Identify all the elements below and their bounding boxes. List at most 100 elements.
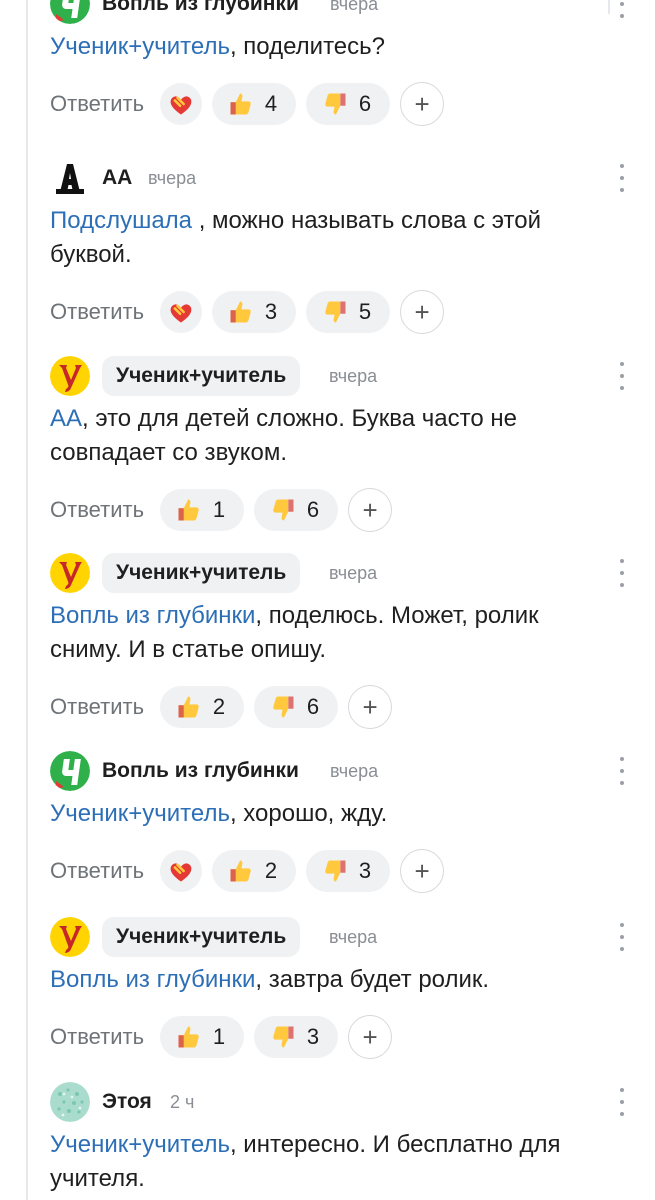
thumbs-up-icon (227, 90, 255, 118)
thumbs-down-icon (269, 496, 297, 524)
author-name[interactable]: Вопль из глубинки (102, 751, 299, 791)
like-button[interactable]: 2 (212, 850, 297, 892)
more-options-icon[interactable] (619, 164, 625, 192)
mention-link[interactable]: Вопль из глубинки (50, 602, 255, 629)
dislike-count: 6 (306, 497, 320, 522)
comment: АА вчера Подслушала , можно называть сло… (50, 154, 655, 334)
heart-reaction-button[interactable] (160, 83, 203, 125)
mention-link[interactable]: Подслушала (50, 207, 192, 234)
like-button[interactable]: 1 (160, 489, 245, 531)
more-options-icon[interactable] (619, 757, 625, 785)
avatar[interactable] (50, 158, 90, 198)
more-options-icon[interactable] (619, 1088, 625, 1116)
thumbs-up-icon (175, 693, 203, 721)
avatar[interactable] (50, 917, 90, 957)
like-button[interactable]: 2 (160, 686, 245, 728)
thumbs-up-icon (227, 857, 255, 885)
comment-time: вчера (329, 366, 378, 386)
add-reaction-button[interactable]: + (348, 1015, 393, 1059)
add-reaction-button[interactable]: + (348, 685, 393, 729)
dislike-button[interactable]: 6 (254, 489, 339, 531)
mention-link[interactable]: Ученик+учитель (50, 800, 230, 827)
comment-text: Ученик+учитель, интересно. И бесплатно д… (50, 1131, 561, 1192)
like-count: 4 (264, 91, 278, 116)
author-name[interactable]: Ученик+учитель (102, 356, 301, 396)
author-name[interactable]: АА (102, 158, 132, 198)
comment-text: Подслушала , можно называть слова с этой… (50, 207, 541, 268)
comment-time: 2 ч (170, 1092, 195, 1112)
reply-button[interactable]: Ответить (50, 91, 144, 117)
thumbs-up-icon (175, 496, 203, 524)
author-name[interactable]: Ученик+учитель (102, 553, 301, 593)
comment-time: вчера (329, 563, 378, 583)
like-button[interactable]: 1 (160, 1016, 245, 1058)
dislike-count: 6 (358, 91, 372, 116)
dislike-count: 5 (358, 299, 372, 324)
like-count: 1 (212, 1024, 226, 1049)
thumbs-up-icon (227, 298, 255, 326)
like-button[interactable]: 4 (212, 83, 297, 125)
reply-button[interactable]: Ответить (50, 858, 144, 884)
thumbs-down-icon (321, 857, 349, 885)
reply-button[interactable]: Ответить (50, 1024, 144, 1050)
avatar[interactable] (50, 356, 90, 396)
like-count: 1 (212, 497, 226, 522)
like-button[interactable]: 3 (212, 291, 297, 333)
avatar[interactable] (50, 0, 90, 24)
mention-link[interactable]: АА (50, 405, 82, 432)
comment-time: вчера (148, 168, 197, 188)
thumbs-down-icon (321, 298, 349, 326)
dislike-button[interactable]: 5 (306, 291, 391, 333)
like-count: 3 (264, 299, 278, 324)
add-reaction-button[interactable]: + (400, 849, 445, 893)
add-reaction-button[interactable]: + (400, 290, 445, 334)
reply-button[interactable]: Ответить (50, 497, 144, 523)
comment-text: Ученик+учитель, поделитесь? (50, 33, 386, 60)
more-options-icon[interactable] (619, 362, 625, 390)
mention-link[interactable]: Ученик+учитель (50, 33, 230, 60)
comment-text: Вопль из глубинки, поделюсь. Может, роли… (50, 602, 539, 663)
author-name[interactable]: Вопль из глубинки (102, 0, 299, 24)
thumbs-up-icon (175, 1023, 203, 1051)
heart-icon (167, 857, 195, 885)
heart-icon (167, 90, 195, 118)
like-count: 2 (264, 858, 278, 883)
heart-icon (167, 298, 195, 326)
comment: Ученик+учитель вчера Вопль из глубинки, … (50, 549, 655, 729)
avatar[interactable] (50, 553, 90, 593)
comment-time: вчера (330, 761, 379, 781)
heart-reaction-button[interactable] (160, 850, 203, 892)
add-reaction-button[interactable]: + (348, 488, 393, 532)
comment: Этоя 2 ч Ученик+учитель, интересно. И бе… (50, 1078, 655, 1196)
dislike-count: 3 (306, 1024, 320, 1049)
add-reaction-button[interactable]: + (400, 82, 445, 126)
author-name[interactable]: Этоя (102, 1082, 152, 1122)
dislike-button[interactable]: 6 (254, 686, 339, 728)
avatar[interactable] (50, 1082, 90, 1122)
thumbs-down-icon (321, 90, 349, 118)
like-count: 2 (212, 694, 226, 719)
comment-time: вчера (330, 0, 379, 14)
thumbs-down-icon (269, 1023, 297, 1051)
dislike-button[interactable]: 3 (254, 1016, 339, 1058)
more-options-icon[interactable] (619, 559, 625, 587)
comment: Вопль из глубинки вчера Ученик+учитель, … (50, 747, 655, 893)
avatar[interactable] (50, 751, 90, 791)
dislike-button[interactable]: 6 (306, 83, 391, 125)
comment: Ученик+учитель вчера Вопль из глубинки, … (50, 913, 655, 1059)
more-options-icon[interactable] (619, 923, 625, 951)
more-options-icon[interactable] (619, 0, 625, 18)
reply-button[interactable]: Ответить (50, 299, 144, 325)
dislike-count: 3 (358, 858, 372, 883)
thread-line (26, 0, 28, 1200)
comment: Вопль из глубинки вчера Ученик+учитель, … (50, 0, 655, 126)
comment-text: Вопль из глубинки, завтра будет ролик. (50, 966, 490, 993)
mention-link[interactable]: Ученик+учитель (50, 1131, 230, 1158)
dislike-button[interactable]: 3 (306, 850, 391, 892)
comment-text: АА, это для детей сложно. Буква часто не… (50, 405, 517, 466)
author-name[interactable]: Ученик+учитель (102, 917, 301, 957)
comment-time: вчера (329, 927, 378, 947)
mention-link[interactable]: Вопль из глубинки (50, 966, 255, 993)
reply-button[interactable]: Ответить (50, 694, 144, 720)
heart-reaction-button[interactable] (160, 291, 203, 333)
